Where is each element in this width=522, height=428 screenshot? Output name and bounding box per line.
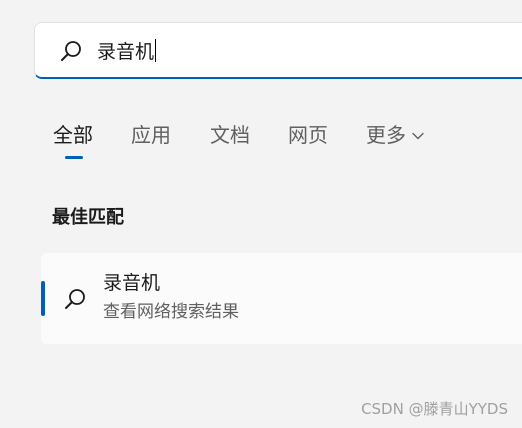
search-icon [61,41,81,61]
best-match-result[interactable]: 录音机 查看网络搜索结果 [41,253,522,344]
search-input[interactable]: 录音机 [97,39,157,64]
best-match-heading: 最佳匹配 [52,207,124,228]
tab-apps[interactable]: 应用 [131,121,171,149]
search-icon [65,289,85,309]
tab-apps-label: 应用 [131,123,171,147]
tab-more-label: 更多 [366,123,406,147]
tab-all[interactable]: 全部 [53,121,93,149]
tab-web[interactable]: 网页 [288,121,328,149]
search-box[interactable]: 录音机 [34,22,522,79]
tab-web-label: 网页 [288,123,328,147]
result-title: 录音机 [103,272,161,294]
search-input-value: 录音机 [97,41,155,63]
tab-all-label: 全部 [53,123,93,147]
selection-accent-bar [41,281,45,316]
active-tab-indicator [65,156,83,159]
tab-documents-label: 文档 [210,123,250,147]
result-subtitle: 查看网络搜索结果 [103,302,239,322]
chevron-down-icon [412,132,424,140]
tab-documents[interactable]: 文档 [210,121,250,149]
tab-more[interactable]: 更多 [366,121,424,149]
text-cursor [155,39,157,62]
watermark: CSDN @滕青山YYDS [361,400,508,418]
